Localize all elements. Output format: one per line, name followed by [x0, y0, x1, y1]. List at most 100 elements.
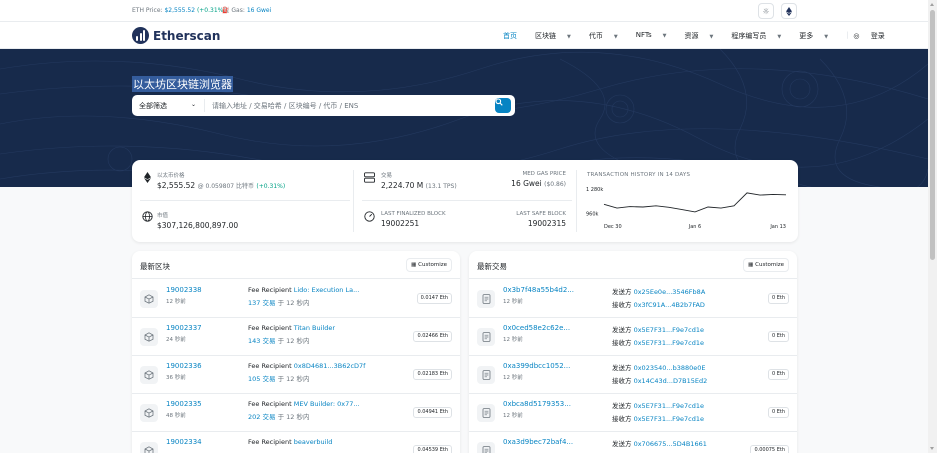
network-switch-button[interactable] [781, 3, 797, 19]
txn-to-link[interactable]: 0x5E7F31...F9e7cd1e [634, 339, 704, 347]
transaction-row: 0x3b7f48a55b4d2... 12 秒前 发送方 0x25Ee0e...35… [469, 280, 797, 318]
fee-recipient-link[interactable]: Lido: Execution La... [294, 286, 360, 294]
search-bar: 全部筛选 ⌄ [132, 95, 515, 116]
transaction-history-chart[interactable]: 1 280k 960k Dec 30 Jan 6 Jan 13 [584, 180, 792, 236]
page-scrollbar[interactable] [928, 0, 937, 453]
txn-to-link[interactable]: 0x5E7F31...F9e7cd1e [634, 415, 704, 423]
txn-amount-badge: 0.00075 Eth [750, 445, 789, 453]
search-button[interactable] [495, 98, 511, 113]
brand-name: Etherscan [153, 28, 221, 43]
nav-item-developers[interactable]: 程序编写员 ▼ [731, 31, 790, 41]
stats-divider [362, 200, 572, 201]
transactions-value[interactable]: 2,224.70 M [381, 181, 423, 190]
txn-amount-badge: 0 Eth [767, 293, 789, 304]
scrollbar-thumb[interactable] [930, 10, 935, 260]
ether-price-value[interactable]: $2,555.52 [157, 181, 195, 190]
etherscan-logo[interactable]: Etherscan [132, 27, 220, 44]
nav-item-more[interactable]: 更多 ▼ [799, 31, 837, 41]
gas-pump-icon: ⛽ [222, 7, 230, 14]
block-number-link[interactable]: 19002338 [166, 286, 202, 294]
scroll-down-arrow[interactable] [930, 447, 934, 450]
txn-from-label: 发送方 [612, 326, 632, 334]
login-link[interactable]: ◎ 登录 [853, 31, 893, 41]
txn-from-link[interactable]: 0x023540...b3880e0E [634, 364, 706, 372]
nav-divider: | [846, 31, 849, 39]
txn-to-label: 接收方 [612, 377, 632, 385]
txn-amount-badge: 0 Eth [767, 369, 789, 380]
safe-block-value[interactable]: 19002315 [516, 219, 566, 228]
fee-recipient-link[interactable]: beaverbuild [294, 438, 333, 446]
txn-from-link[interactable]: 0x706675...5D4B1661 [634, 440, 707, 448]
search-filter-select[interactable]: 全部筛选 ⌄ [139, 101, 196, 111]
block-reward-badge: 0.02466 Eth [413, 331, 452, 342]
fee-recipient-link[interactable]: MEV Builder: 0x77... [294, 400, 360, 408]
block-number-link[interactable]: 19002334 [166, 438, 202, 446]
transactions-tps: (13.1 TPS) [425, 183, 457, 190]
stats-column-divider [576, 170, 577, 232]
finalized-block-value[interactable]: 19002251 [381, 219, 446, 228]
ether-price-label: 以太币价格 [157, 173, 185, 179]
txn-hash-link[interactable]: 0x3b7f48a55b4d2... [503, 286, 574, 294]
search-input[interactable] [212, 99, 482, 112]
finalized-block-label: LAST FINALIZED BLOCK [381, 211, 446, 217]
nav-item-resources[interactable]: 资源 ▼ [684, 31, 722, 41]
nav-item-tokens[interactable]: 代币 ▼ [589, 31, 627, 41]
user-circle-icon: ◎ [853, 32, 860, 40]
block-number-link[interactable]: 19002337 [166, 324, 202, 332]
gas-price-stat: MED GAS PRICE 16 Gwei ($0.86) [511, 171, 566, 188]
eth-price-value[interactable]: $2,555.52 [164, 7, 195, 14]
fee-recipient-link[interactable]: Titan Builder [294, 324, 335, 332]
txn-from-link[interactable]: 0x25Ee0e...3546Fb8A [634, 288, 706, 296]
nav-item-blockchain[interactable]: 区块链 ▼ [535, 31, 580, 41]
txn-hash-link[interactable]: 0xbca8d5179353... [503, 400, 571, 408]
txn-hash-link[interactable]: 0xa3d9bec72baf4... [503, 438, 573, 446]
cube-icon [140, 290, 158, 308]
theme-toggle-button[interactable]: ☼ [758, 3, 774, 19]
txn-to-label: 接收方 [612, 339, 632, 347]
latest-transactions-title: 最新交易 [477, 262, 507, 271]
txn-age: 12 秒前 [503, 413, 523, 419]
cube-icon [140, 366, 158, 384]
txn-from-link[interactable]: 0x5E7F31...F9e7cd1e [634, 326, 704, 334]
chevron-down-icon: ▼ [824, 34, 829, 40]
customize-button[interactable]: ▦ Customize [406, 258, 452, 272]
fee-recipient-link[interactable]: 0x8D4681...3B62cD7f [294, 362, 366, 370]
hero-title: 以太坊区块链浏览器 [132, 76, 233, 92]
chevron-down-icon: ▼ [613, 34, 618, 40]
txn-to-label: 接收方 [612, 301, 632, 309]
block-number-link[interactable]: 19002336 [166, 362, 202, 370]
customize-button[interactable]: ▦ Customize [743, 258, 789, 272]
txn-hash-link[interactable]: 0x0ced58e2c62e... [503, 324, 570, 332]
gas-value[interactable]: 16 Gwei [247, 7, 271, 14]
chart-x-tick-label: Jan 13 [769, 224, 786, 230]
chevron-down-icon: ⌄ [191, 101, 197, 108]
grid-icon: ▦ [411, 262, 417, 268]
txn-to-link[interactable]: 0x14C43d...D7B15Ed2 [634, 377, 708, 385]
nav-item-nfts[interactable]: NFTs ▼ [636, 31, 676, 41]
market-cap-label: 市值 [157, 213, 169, 219]
document-icon [477, 328, 495, 346]
chevron-down-icon: ▼ [567, 34, 571, 40]
txn-from-label: 发送方 [612, 402, 632, 410]
eth-price-info: ETH Price: $2,555.52 (+0.31%) [132, 7, 226, 14]
txn-age: 12 秒前 [503, 375, 523, 381]
block-txns-time: 于 12 秒内 [277, 299, 310, 307]
speedometer-icon [364, 211, 375, 222]
txn-from-link[interactable]: 0x5E7F31...F9e7cd1e [634, 402, 704, 410]
block-txns-link[interactable]: 105 交易 [248, 375, 275, 383]
scroll-up-arrow[interactable] [930, 3, 934, 6]
cube-icon [140, 442, 158, 453]
gas-price-value[interactable]: 16 Gwei [511, 179, 542, 188]
transaction-row: 0xbca8d5179353... 12 秒前 发送方 0x5E7F31...F9e… [469, 394, 797, 432]
block-row: 19002336 36 秒前 Fee Recipient 0x8D4681...3B… [132, 356, 460, 394]
transaction-row: 0xa3d9bec72baf4... 发送方 0x706675...5D4B166… [469, 432, 797, 453]
block-txns-link[interactable]: 137 交易 [248, 299, 275, 307]
block-txns-link[interactable]: 202 交易 [248, 413, 275, 421]
txn-hash-link[interactable]: 0xa399dbcc1052... [503, 362, 570, 370]
search-divider [204, 99, 205, 112]
txn-to-link[interactable]: 0x3fC91A...4B2b7FAD [634, 301, 705, 309]
ethereum-icon [786, 6, 792, 16]
block-txns-link[interactable]: 143 交易 [248, 337, 275, 345]
nav-item-home[interactable]: 首页 [503, 31, 526, 41]
block-number-link[interactable]: 19002335 [166, 400, 202, 408]
